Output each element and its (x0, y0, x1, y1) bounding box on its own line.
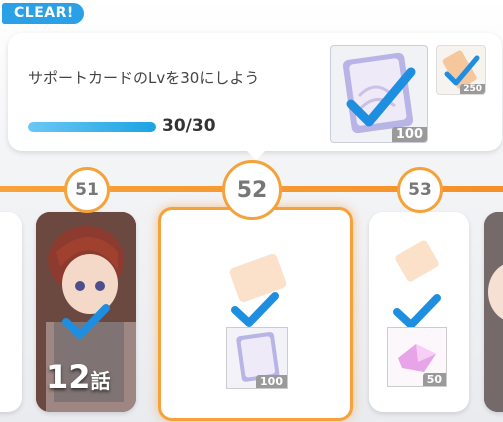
mission-progress-text: 30/30 (162, 116, 216, 136)
episode-number: 12話 (46, 358, 111, 396)
reward-quantity: 250 (460, 84, 485, 94)
episode-illustration (484, 212, 503, 412)
mission-tooltip: サポートカードのLvを30にしよう 30/30 100 250 (8, 33, 502, 151)
level-badge-51: 51 (64, 167, 110, 213)
reward-support-card[interactable]: 100 (330, 45, 428, 143)
reward-quantity: 50 (422, 373, 446, 386)
check-icon (62, 304, 110, 339)
check-icon (231, 292, 279, 327)
level-badge-53: 53 (397, 167, 443, 213)
tooltip-tail (244, 148, 268, 160)
reward-item: 100 (226, 327, 288, 389)
reward-card-52[interactable]: 100 (158, 207, 353, 421)
reward-card-50[interactable] (0, 212, 22, 412)
level-badge-52: 52 (222, 160, 282, 220)
mission-progress-bar (28, 122, 156, 132)
reward-card-53[interactable]: 50 (369, 212, 469, 412)
check-icon (393, 294, 441, 329)
reward-card-54[interactable] (484, 212, 503, 412)
mission-progress-fill (28, 122, 156, 132)
reward-quantity: 100 (391, 127, 427, 142)
reward-ticket[interactable]: 250 (436, 45, 486, 95)
reward-quantity: 100 (256, 375, 287, 388)
mission-description: サポートカードのLvを30にしよう (28, 69, 260, 87)
clear-badge: CLEAR! (2, 3, 84, 24)
reward-card-51[interactable]: 12話 (36, 212, 136, 412)
reward-item: 50 (387, 327, 447, 387)
